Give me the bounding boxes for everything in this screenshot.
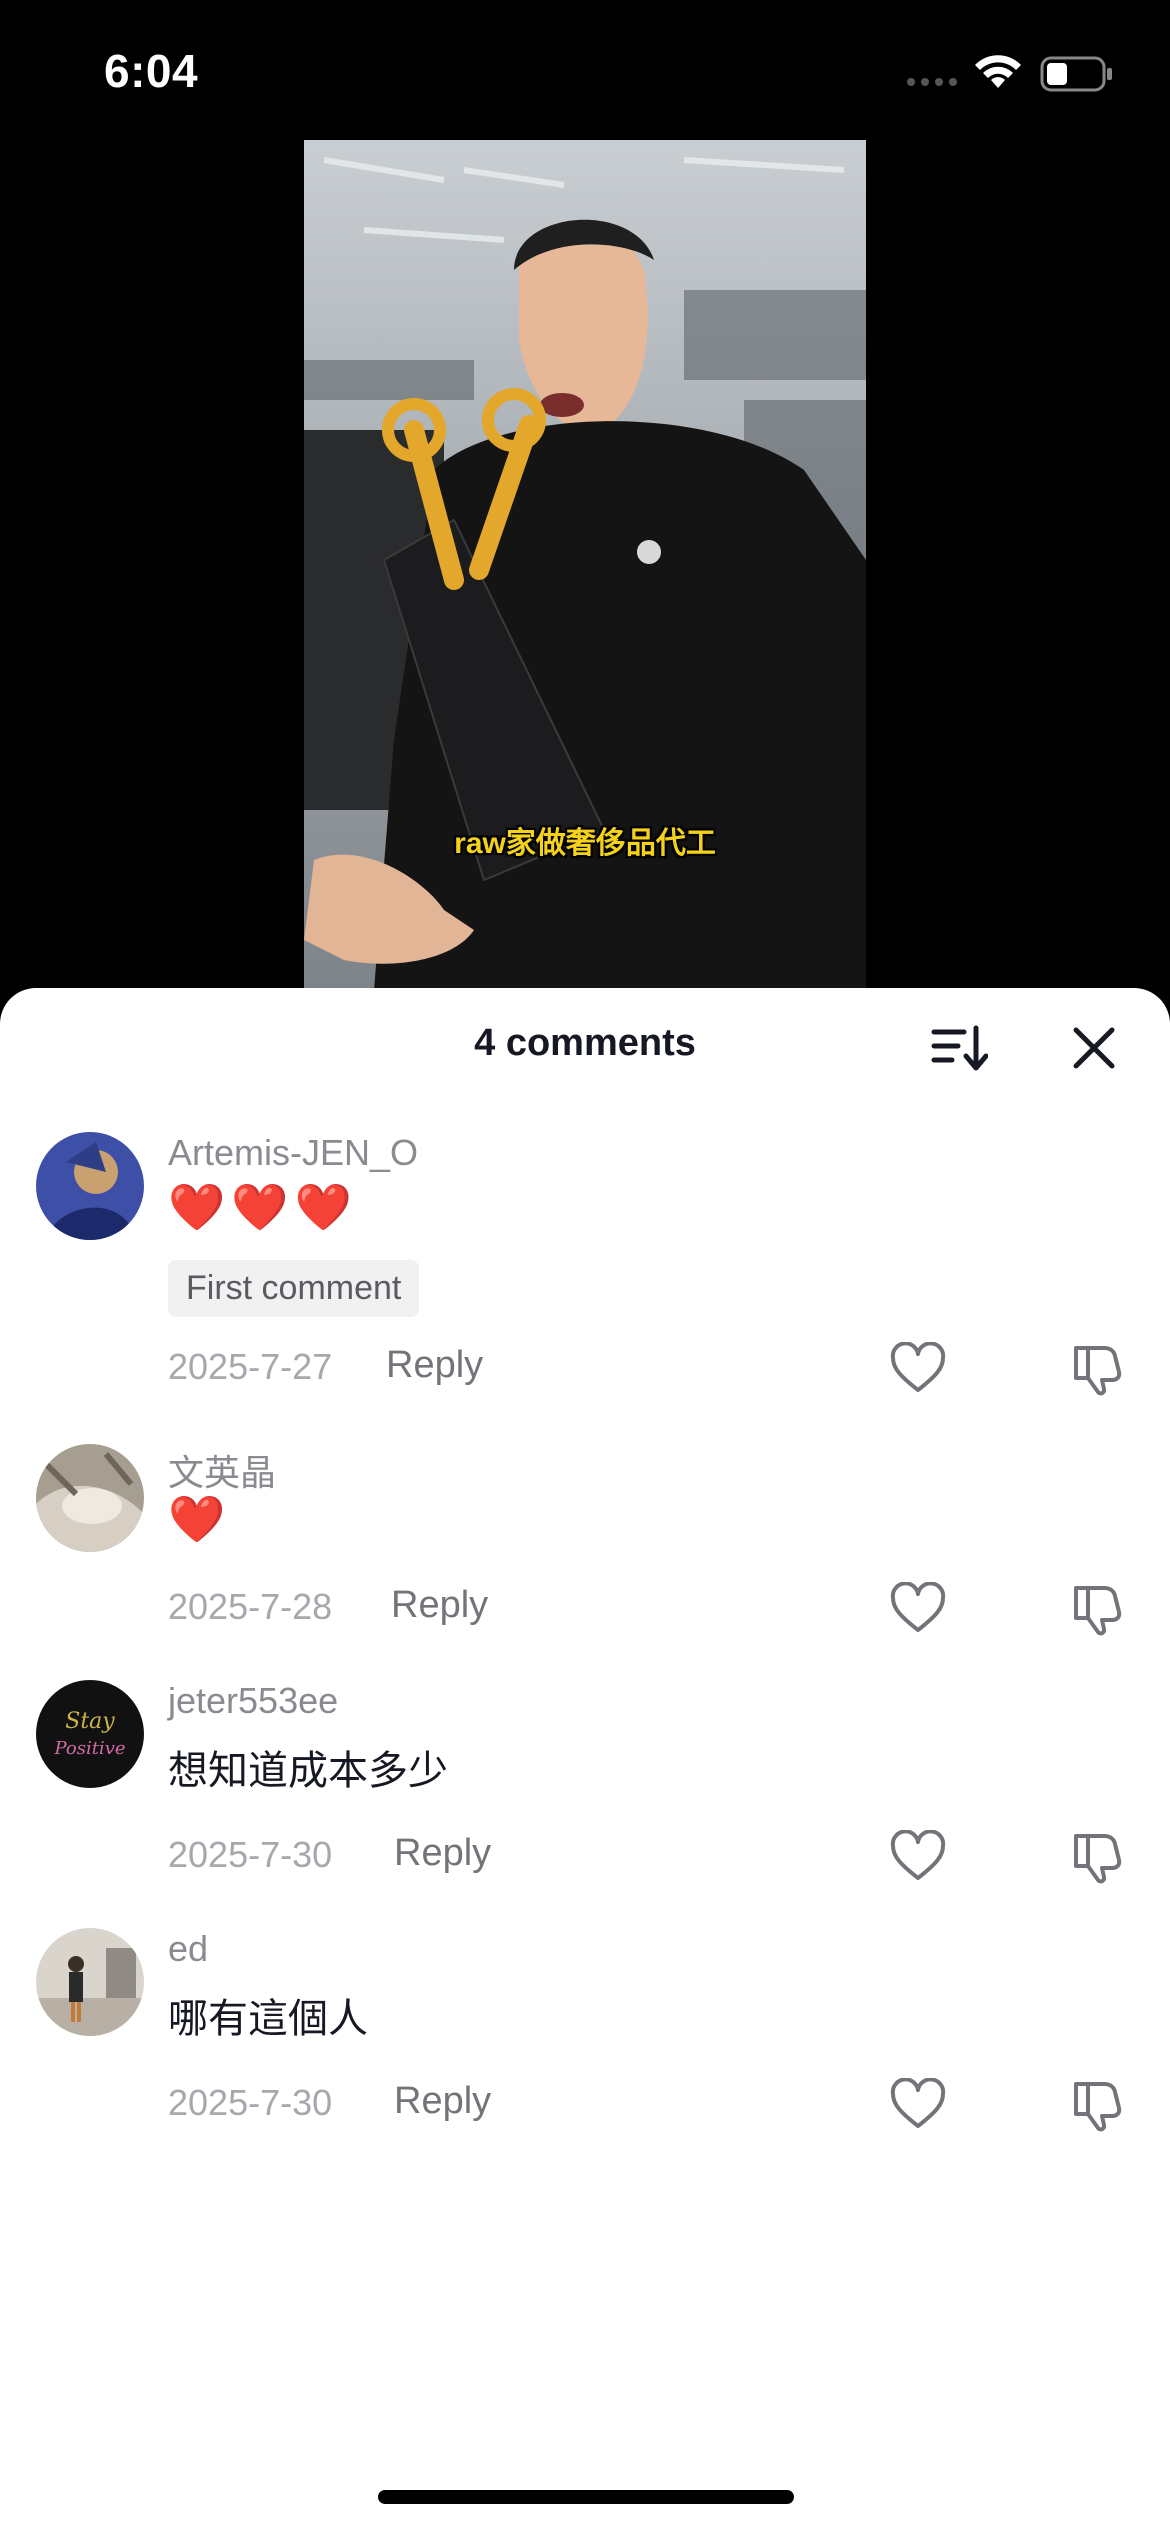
comment-date: 2025-7-30 — [168, 1834, 333, 1875]
reply-button[interactable]: Reply — [391, 1584, 488, 1627]
comment-item: ed 哪有這個人 2025-7-30 Reply — [0, 1928, 1170, 2148]
comment-text: ❤️ — [168, 1493, 232, 1545]
first-comment-tag: First comment — [168, 1260, 420, 1317]
avatar[interactable] — [36, 1132, 144, 1240]
like-heart-icon[interactable] — [890, 1582, 946, 1634]
wifi-icon — [975, 55, 1021, 88]
like-heart-icon[interactable] — [890, 1342, 946, 1394]
dislike-thumb-icon[interactable] — [1070, 1828, 1126, 1884]
comment-item: Artemis-JEN_O ❤️❤️❤️ First comment 2025-… — [0, 1132, 1170, 1412]
comment-text: ❤️❤️❤️ — [168, 1181, 358, 1233]
reply-button[interactable]: Reply — [394, 2080, 491, 2123]
comments-sheet: 4 comments Artemis-JEN_O ❤️❤️❤️ First co… — [0, 988, 1170, 2532]
home-indicator — [378, 2490, 794, 2504]
status-time: 6:04 — [104, 45, 199, 97]
comment-text: 想知道成本多少 — [168, 1749, 448, 1793]
comment-date: 2025-7-27 — [168, 1346, 333, 1387]
dislike-thumb-icon[interactable] — [1070, 2076, 1126, 2132]
video-caption: raw家做奢侈品代工 — [454, 827, 716, 860]
comment-text: 哪有這個人 — [168, 1997, 368, 2041]
dislike-thumb-icon[interactable] — [1070, 1580, 1126, 1636]
like-heart-icon[interactable] — [890, 2078, 946, 2130]
cellular-signal-icon — [907, 78, 957, 86]
like-heart-icon[interactable] — [890, 1830, 946, 1882]
svg-text:Positive: Positive — [53, 1738, 125, 1759]
comment-item: Stay Positive jeter553ee 想知道成本多少 2025-7-… — [0, 1680, 1170, 1900]
sort-icon[interactable] — [928, 1018, 988, 1078]
comment-username[interactable]: ed — [168, 1928, 208, 1970]
comments-header: 4 comments — [0, 988, 1170, 1108]
avatar[interactable] — [36, 1444, 144, 1552]
comment-item: 文英晶 ❤️ 2025-7-28 Reply — [0, 1444, 1170, 1664]
battery-icon — [1040, 56, 1112, 92]
avatar[interactable] — [36, 1928, 144, 2036]
reply-button[interactable]: Reply — [386, 1344, 483, 1387]
comment-username[interactable]: jeter553ee — [168, 1680, 338, 1722]
close-icon[interactable] — [1064, 1018, 1124, 1078]
comments-count-title: 4 comments — [474, 1022, 696, 1064]
video-player[interactable]: raw家做奢侈品代工 — [304, 140, 866, 990]
video-thumbnail — [304, 140, 866, 990]
avatar[interactable]: Stay Positive — [36, 1680, 144, 1788]
reply-button[interactable]: Reply — [394, 1832, 491, 1875]
comment-username[interactable]: 文英晶 — [168, 1444, 276, 1496]
status-bar: 6:04 — [0, 0, 1170, 140]
comment-username[interactable]: Artemis-JEN_O — [168, 1132, 418, 1174]
comment-date: 2025-7-28 — [168, 1586, 333, 1627]
svg-text:Stay: Stay — [65, 1709, 115, 1734]
comment-date: 2025-7-30 — [168, 2082, 333, 2123]
dislike-thumb-icon[interactable] — [1070, 1340, 1126, 1396]
